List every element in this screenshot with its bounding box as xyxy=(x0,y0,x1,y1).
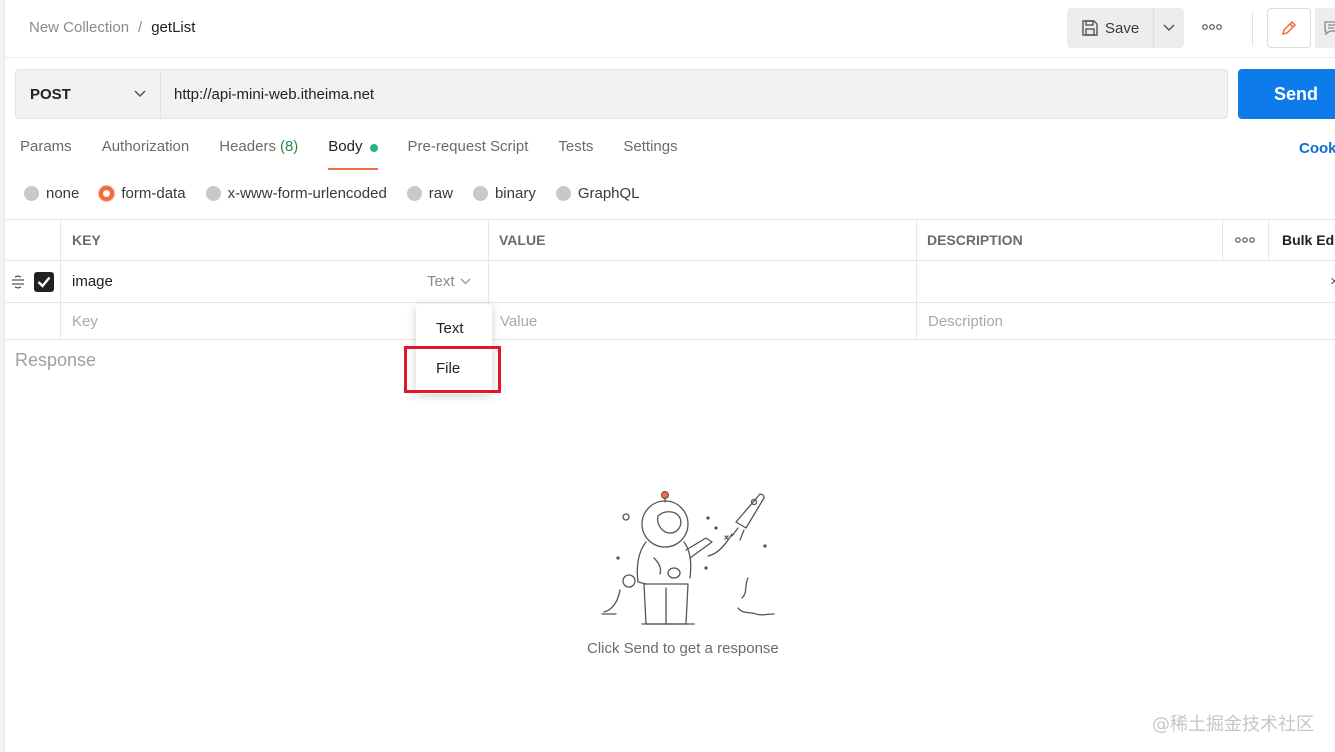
cookies-link[interactable]: Cook xyxy=(1299,140,1335,157)
table-row: image Text × xyxy=(5,261,1335,303)
tab-body[interactable]: Body xyxy=(328,138,378,170)
send-button[interactable]: Send xyxy=(1238,69,1335,119)
empty-response-message: Click Send to get a response xyxy=(587,640,779,657)
checkmark-icon xyxy=(37,276,51,288)
drag-handle[interactable] xyxy=(11,261,25,302)
drag-handle-icon xyxy=(12,274,24,289)
radio-label: binary xyxy=(494,185,536,202)
column-options-button[interactable] xyxy=(1235,220,1255,260)
key-type-select[interactable]: Text xyxy=(427,261,471,302)
more-horizontal-icon xyxy=(1235,237,1255,243)
body-status-dot xyxy=(369,144,378,152)
radio-label: GraphQL xyxy=(577,185,640,202)
pencil-icon xyxy=(1281,20,1297,36)
value-field[interactable] xyxy=(499,261,909,302)
method-label: POST xyxy=(30,85,71,103)
request-tabs: Params Authorization Headers (8) Body Pre… xyxy=(20,138,708,170)
tab-authorization[interactable]: Authorization xyxy=(102,138,190,170)
tab-label: Pre-request Script xyxy=(407,138,529,155)
checkbox-checked xyxy=(34,271,54,292)
radio-label: raw xyxy=(428,185,453,202)
radio-button xyxy=(555,186,571,201)
chevron-down-icon xyxy=(1163,24,1175,32)
column-header-key: KEY xyxy=(72,232,101,248)
radio-button xyxy=(24,186,39,201)
table-header-row: KEY VALUE DESCRIPTION Bulk Ed xyxy=(5,219,1335,261)
column-header-value: VALUE xyxy=(499,232,546,248)
tab-pre-request-script[interactable]: Pre-request Script xyxy=(408,138,529,170)
tab-tests[interactable]: Tests xyxy=(558,138,593,170)
request-bar: POST http://api-mini-web.itheima.net xyxy=(15,69,1228,119)
tab-label: Authorization xyxy=(101,138,190,155)
breadcrumb-separator: / xyxy=(138,19,143,36)
tab-label: Body xyxy=(328,138,363,155)
new-key-input[interactable]: Key xyxy=(72,303,98,339)
more-actions-button[interactable] xyxy=(1202,18,1222,36)
radio-button xyxy=(472,186,488,201)
breadcrumb-request-name[interactable]: getList xyxy=(151,19,195,36)
key-field[interactable]: image xyxy=(72,261,113,302)
edit-button[interactable] xyxy=(1267,8,1311,48)
bulk-edit-button[interactable]: Bulk Ed xyxy=(1282,220,1334,260)
astronaut-illustration xyxy=(601,491,775,625)
url-input[interactable]: http://api-mini-web.itheima.net xyxy=(161,70,1227,118)
tab-label: Params xyxy=(20,138,72,155)
table-row-new: Key Value Description xyxy=(5,303,1335,340)
radio-label: form-data xyxy=(121,185,186,202)
headers-count: (8) xyxy=(279,138,299,155)
form-data-table: KEY VALUE DESCRIPTION Bulk Ed image Text… xyxy=(5,219,1335,340)
radio-button xyxy=(406,186,422,201)
comment-icon xyxy=(1324,21,1335,36)
watermark: @稀土掘金技术社区 xyxy=(1152,714,1314,735)
save-icon xyxy=(1082,20,1098,36)
header-divider xyxy=(1252,12,1253,46)
save-label: Save xyxy=(1105,19,1140,37)
save-group: Save xyxy=(1067,8,1185,48)
dropdown-option-text[interactable]: Text xyxy=(416,320,492,337)
method-select[interactable]: POST xyxy=(16,70,161,118)
more-horizontal-icon xyxy=(1202,24,1222,30)
body-type-options: none form-data x-www-form-urlencoded raw… xyxy=(24,185,660,202)
new-description-input[interactable]: Description xyxy=(928,303,1003,339)
radio-label: none xyxy=(46,185,80,202)
tab-label: Tests xyxy=(558,138,594,155)
comments-button[interactable] xyxy=(1315,8,1335,48)
chevron-down-icon xyxy=(460,278,470,285)
body-type-urlencoded[interactable]: x-www-form-urlencoded xyxy=(205,185,387,202)
body-type-graphql[interactable]: GraphQL xyxy=(555,185,640,202)
body-type-binary[interactable]: binary xyxy=(472,185,536,202)
request-header: New Collection / getList Save xyxy=(5,0,1335,58)
response-label: Response xyxy=(15,350,97,370)
radio-button xyxy=(205,186,221,201)
radio-label: x-www-form-urlencoded xyxy=(227,185,387,202)
save-options-button[interactable] xyxy=(1154,8,1184,48)
body-type-raw[interactable]: raw xyxy=(406,185,453,202)
key-type-label: Text xyxy=(427,273,455,290)
tab-headers[interactable]: Headers (8) xyxy=(219,138,298,170)
body-type-form-data[interactable]: form-data xyxy=(99,185,186,202)
radio-button-checked xyxy=(99,186,115,201)
description-field[interactable] xyxy=(927,261,1217,302)
highlight-box xyxy=(404,346,501,393)
tab-params[interactable]: Params xyxy=(20,138,72,170)
row-enabled-checkbox[interactable] xyxy=(34,261,54,302)
tab-settings[interactable]: Settings xyxy=(623,138,677,170)
tab-label: Headers xyxy=(219,138,276,155)
left-edge xyxy=(0,0,5,752)
chevron-down-icon xyxy=(134,90,146,98)
tab-label: Settings xyxy=(623,138,678,155)
save-button[interactable]: Save xyxy=(1067,8,1155,48)
breadcrumb: New Collection / getList xyxy=(29,19,195,36)
column-header-description: DESCRIPTION xyxy=(927,232,1023,248)
new-value-input[interactable]: Value xyxy=(500,303,537,339)
delete-row-icon[interactable]: × xyxy=(1330,261,1335,302)
body-type-none[interactable]: none xyxy=(24,185,79,202)
breadcrumb-collection[interactable]: New Collection xyxy=(29,19,129,36)
